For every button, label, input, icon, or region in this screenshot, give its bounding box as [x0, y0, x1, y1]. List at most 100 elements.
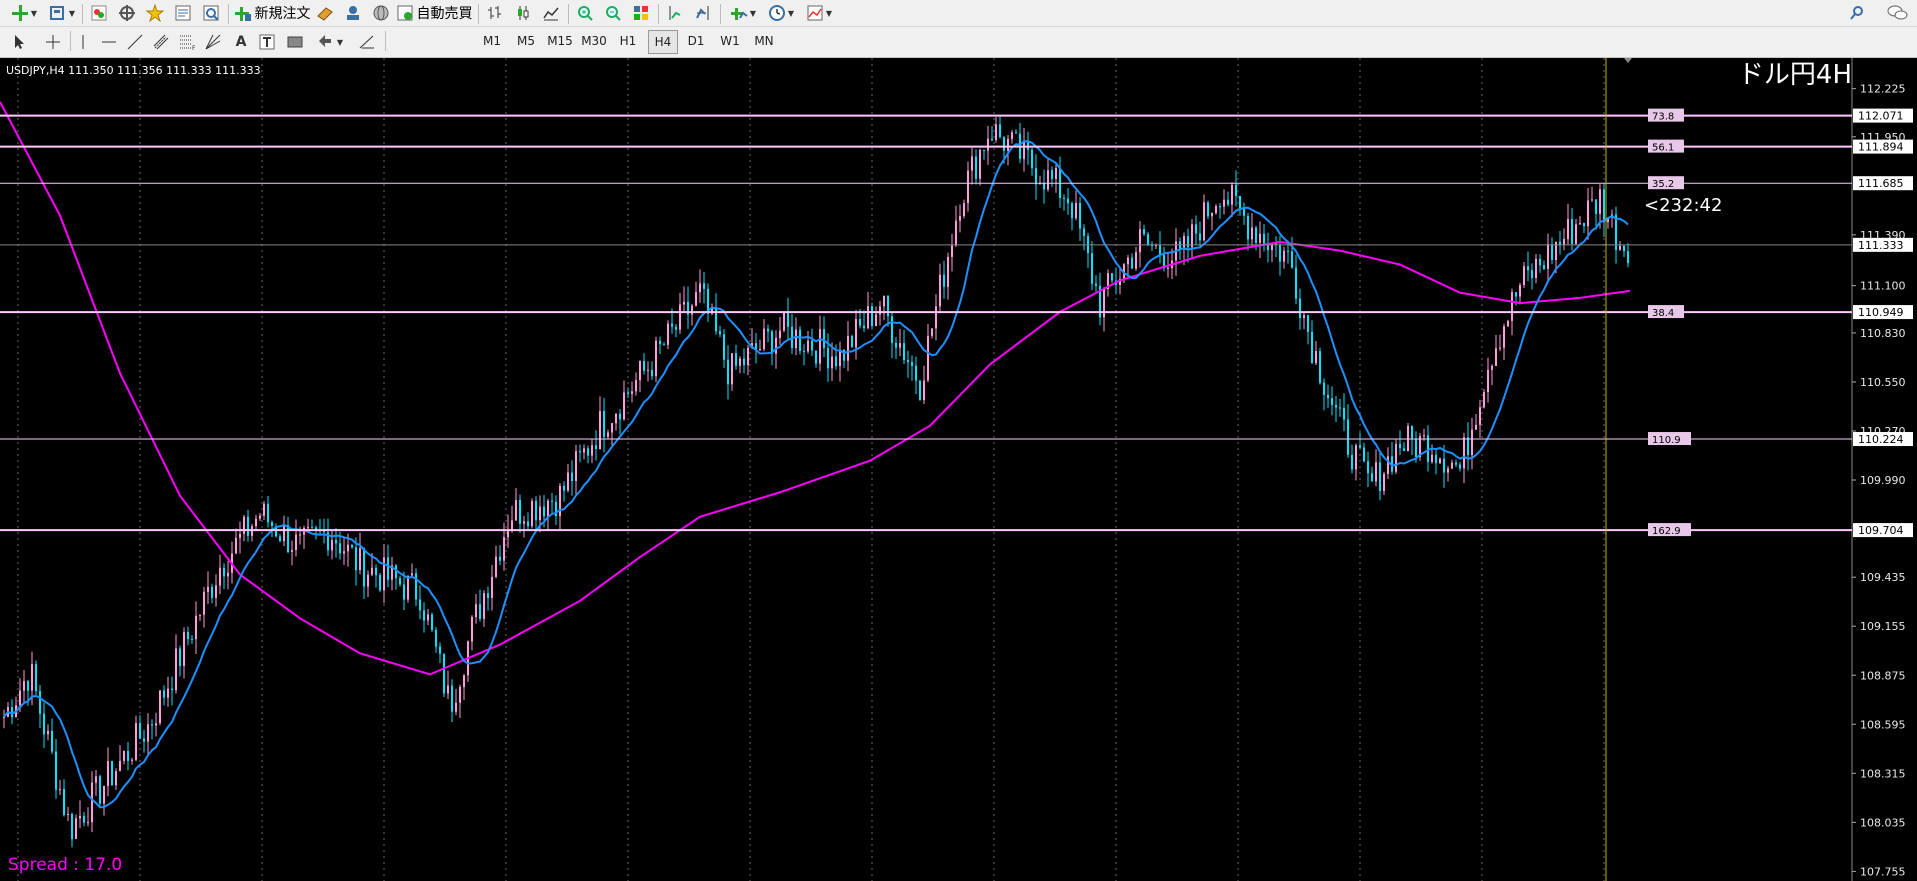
candle-body [1603, 189, 1605, 223]
new-chart-button[interactable]: ▼ [6, 3, 42, 23]
candle-body [795, 329, 797, 348]
candle-body [1327, 394, 1329, 399]
options-button[interactable] [342, 3, 364, 23]
candle-body [307, 527, 309, 529]
zoom-out-button[interactable] [602, 3, 624, 23]
arrows-button[interactable]: ▼ [312, 32, 348, 52]
candle-body [1387, 456, 1389, 474]
gann-icon [204, 33, 222, 51]
candle-body [639, 361, 641, 381]
tile-windows-button[interactable] [630, 3, 652, 23]
candle-body [1279, 244, 1281, 262]
candle-body [1127, 257, 1129, 265]
candle-body [903, 343, 905, 361]
candle-body [39, 691, 41, 714]
candle-body [219, 567, 221, 586]
market-watch-button[interactable] [88, 3, 110, 23]
candle-body [67, 813, 69, 816]
rectangle-button[interactable] [284, 32, 306, 52]
candle-body [1047, 170, 1049, 190]
candle-body [1147, 234, 1149, 245]
terminal-button[interactable] [172, 3, 194, 23]
timeframe-d1-button[interactable]: D1 [682, 31, 710, 51]
candle-body [407, 575, 409, 600]
candle-body [1623, 245, 1625, 252]
candle-body [1431, 454, 1433, 462]
bar-chart-button[interactable] [484, 3, 506, 23]
candle-body [1543, 265, 1545, 269]
timeframe-m15-button[interactable]: M15 [546, 31, 574, 51]
candle-body [891, 316, 893, 343]
candles-group [3, 114, 1629, 848]
candle-body [567, 472, 569, 491]
candle-body [651, 369, 653, 377]
favorites-button[interactable] [144, 3, 166, 23]
web-button[interactable] [370, 3, 392, 23]
auto-trade-button[interactable]: 自動売買 [396, 3, 473, 23]
candle-body [1307, 315, 1309, 332]
candle-body [859, 318, 861, 326]
new-order-button[interactable]: 新規注文 [234, 3, 311, 23]
strategy-tester-button[interactable] [200, 3, 222, 23]
timeframe-m30-button[interactable]: M30 [580, 31, 608, 51]
candle-body [1471, 429, 1473, 455]
autoscroll-button[interactable] [664, 3, 686, 23]
chart-shift-button[interactable] [692, 3, 714, 23]
candle-body [1235, 184, 1237, 196]
auto-trade-icon [396, 4, 414, 22]
price-chart[interactable]: 112.225 111.950 111.390 111.100 110.830 110.5… [0, 58, 1917, 881]
candle-body [1411, 425, 1413, 440]
chart-canvas[interactable]: 112.225111.950111.390111.100110.830110.5… [0, 58, 1917, 881]
timeframe-h1-button[interactable]: H1 [614, 31, 642, 51]
candle-body [847, 335, 849, 361]
trendline-button[interactable] [124, 32, 146, 52]
candle-chart-button[interactable] [512, 3, 534, 23]
signals-button[interactable] [314, 3, 336, 23]
tile-windows-icon [632, 4, 650, 22]
candle-body [879, 306, 881, 315]
candle-body [175, 648, 177, 691]
timeframe-w1-button[interactable]: W1 [716, 31, 744, 51]
text-button[interactable]: A [230, 32, 252, 52]
line-studies-button[interactable] [356, 32, 378, 52]
candle-body [799, 329, 801, 351]
candle-body [623, 392, 625, 420]
zoom-in-button[interactable] [574, 3, 596, 23]
rectangle-icon [286, 33, 304, 51]
timeframe-m5-button[interactable]: M5 [512, 31, 540, 51]
candle-body [1535, 258, 1537, 279]
navigator-button[interactable] [116, 3, 138, 23]
candle-body [143, 738, 145, 742]
horizontal-line-button[interactable] [98, 32, 120, 52]
timeframe-mn-button[interactable]: MN [750, 31, 778, 51]
timeframe-h4-button[interactable]: H4 [648, 30, 678, 54]
vertical-line-button[interactable] [72, 32, 94, 52]
candle-body [1335, 404, 1337, 408]
chat-button[interactable] [1880, 3, 1910, 23]
channel-button[interactable] [150, 32, 172, 52]
candle-body [1143, 229, 1145, 235]
indicators-button[interactable]: ▼ [726, 3, 760, 23]
fibonacci-button[interactable]: F [176, 32, 198, 52]
candle-body [1187, 236, 1189, 248]
candle-body [1451, 462, 1453, 469]
line-chart-button[interactable] [540, 3, 562, 23]
search-button[interactable] [1846, 3, 1868, 23]
candle-body [1111, 273, 1113, 281]
candle-body [71, 813, 73, 840]
candle-body [531, 500, 533, 527]
crosshair-button[interactable] [42, 32, 64, 52]
profiles-button[interactable]: ▼ [46, 3, 78, 23]
candle-body [583, 448, 585, 453]
timeframe-m1-button[interactable]: M1 [478, 31, 506, 51]
text-label-button[interactable] [256, 32, 278, 52]
cursor-button[interactable] [8, 32, 30, 52]
gann-button[interactable] [202, 32, 224, 52]
candle-body [87, 822, 89, 824]
candle-body [683, 301, 685, 305]
templates-button[interactable]: ▼ [802, 3, 836, 23]
candle-body [515, 499, 517, 521]
channel-icon [152, 33, 170, 51]
candle-body [243, 516, 245, 534]
periods-button[interactable]: ▼ [764, 3, 798, 23]
